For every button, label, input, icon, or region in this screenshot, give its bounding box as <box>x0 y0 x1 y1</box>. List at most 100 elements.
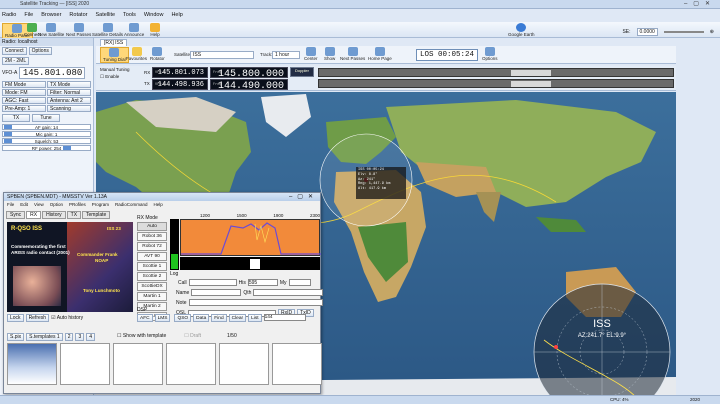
tab-template[interactable]: Template <box>82 211 111 219</box>
menu-tools[interactable]: Tools <box>123 12 136 21</box>
find-button[interactable]: Find <box>211 314 227 322</box>
audio-spectrum[interactable] <box>180 219 321 256</box>
enable-checkbox[interactable]: ☐ Enable <box>100 74 119 80</box>
agc-select[interactable]: AGC: Fast <box>2 97 46 104</box>
my-rst-input[interactable] <box>288 279 311 286</box>
name-input[interactable] <box>191 289 242 296</box>
options-button[interactable]: Options <box>28 47 52 55</box>
menu-window[interactable]: Window <box>144 12 164 21</box>
rx-dial-display[interactable]: Freq 145.800.000 <box>210 67 288 80</box>
rotator-button[interactable]: Rotator <box>150 47 165 61</box>
show-template-checkbox[interactable]: ☐ Show with template <box>117 333 166 341</box>
center-button[interactable]: Center <box>304 47 318 61</box>
qth-input[interactable] <box>253 289 324 296</box>
menu-satellite[interactable]: Satellite <box>95 12 115 21</box>
thumbnail-empty[interactable] <box>166 343 216 385</box>
tab-templates-4[interactable]: 4 <box>86 333 96 341</box>
tab-history[interactable]: History <box>42 211 66 219</box>
zoom-in-icon[interactable]: ⊕ <box>710 29 714 35</box>
track-select[interactable]: 1 hour <box>272 51 300 59</box>
mm-menu-radiocommand[interactable]: RadioCommand <box>115 202 148 207</box>
tx-button[interactable]: TX <box>2 114 30 122</box>
mode-scottie1[interactable]: Scottie 1 <box>137 262 167 271</box>
mm-menu-program[interactable]: Program <box>92 202 109 207</box>
thumbnail-empty[interactable] <box>219 343 269 385</box>
zoom-input[interactable]: 0.0000 <box>636 28 658 36</box>
data-button[interactable]: Data <box>193 314 210 322</box>
zoom-slider[interactable] <box>663 31 704 33</box>
draft-checkbox[interactable]: ☐ Draft <box>184 333 201 341</box>
options-ribbon-button[interactable]: Options <box>482 47 498 61</box>
band-select-mm[interactable]: 144 <box>263 314 306 321</box>
announce-button[interactable]: Announce <box>124 23 144 37</box>
mode-select[interactable]: Mode: FM <box>2 89 46 96</box>
mode-robot72[interactable]: Robot 72 <box>137 242 167 251</box>
mm-menu-view[interactable]: View <box>34 202 44 207</box>
af-gain-slider[interactable]: AF gain: 14 <box>2 124 91 130</box>
squelch-slider[interactable]: Squelch: 53 <box>2 138 91 144</box>
help-button[interactable]: Help <box>150 23 160 37</box>
band-select[interactable]: 2M - 2ML <box>2 57 30 65</box>
menu-help[interactable]: Help <box>171 12 182 21</box>
auto-history-checkbox[interactable]: ☑ Auto history <box>51 315 83 321</box>
mode-martin1[interactable]: Martin 1 <box>137 292 167 301</box>
his-rst-input[interactable]: 595 <box>247 279 278 286</box>
doppler-button[interactable]: Doppler <box>290 67 314 77</box>
favourites-button[interactable]: Favourites <box>126 47 147 61</box>
scanning-button[interactable]: Scanning <box>47 105 91 112</box>
new-satellite-button[interactable]: New Satellite <box>38 23 64 37</box>
fm-mode-button[interactable]: FM Mode <box>2 81 46 88</box>
menu-radio[interactable]: Radio <box>2 12 16 21</box>
mm-menu-help[interactable]: Help <box>154 202 163 207</box>
menu-file[interactable]: File <box>24 12 33 21</box>
lock-button[interactable]: Lock <box>7 314 24 322</box>
tx-dial-display[interactable]: Freq 144.490.000 <box>210 79 288 92</box>
tune-button[interactable]: Tune <box>32 114 60 122</box>
thumbnail-image[interactable] <box>7 343 57 385</box>
tx-mode-button[interactable]: TX Mode <box>47 81 91 88</box>
call-input[interactable] <box>188 279 237 286</box>
mode-scottie2[interactable]: Scottie 2 <box>137 272 167 281</box>
menu-browser[interactable]: Browser <box>41 12 61 21</box>
antenna-select[interactable]: Antenna: Ant 2 <box>47 97 91 104</box>
refresh-button[interactable]: Refresh <box>25 314 50 322</box>
thumbnail-empty[interactable] <box>60 343 110 385</box>
tab-sync[interactable]: Sync <box>6 211 26 219</box>
mic-gain-slider[interactable]: Mic gain: 1 <box>2 131 91 137</box>
mode-robot36[interactable]: Robot 36 <box>137 232 167 241</box>
google-earth-button[interactable]: Google Earth <box>508 23 535 37</box>
tab-templates-3[interactable]: 3 <box>75 333 85 341</box>
thumbnail-empty[interactable] <box>113 343 163 385</box>
afc-button[interactable]: AFC <box>137 314 153 322</box>
tab-templates-2[interactable]: 2 <box>64 333 74 341</box>
menu-rotator[interactable]: Rotator <box>69 12 87 21</box>
preamp-select[interactable]: Pre-Amp: 1 <box>2 105 46 112</box>
filter-select[interactable]: Filter: Normal <box>47 89 91 96</box>
list-button[interactable]: List <box>248 314 262 322</box>
mm-menu-profiles[interactable]: PRofiles <box>69 202 86 207</box>
satellite-details-button[interactable]: Satellite Details <box>92 23 123 37</box>
note-input[interactable] <box>188 299 323 306</box>
rx-passband[interactable] <box>318 68 674 77</box>
window-controls[interactable]: –▢✕ <box>684 0 716 7</box>
vfo-frequency[interactable]: 145.801.080 <box>19 67 86 79</box>
mmsstv-window[interactable]: SPBEN (SPBEN.MDT) - MMSSTV Ver 1.13A –▢✕… <box>3 192 324 394</box>
tuning-dial-button[interactable]: Tuning Dial <box>100 47 129 63</box>
mode-auto[interactable]: Auto <box>137 222 167 231</box>
rf-power-slider[interactable]: RF power: 254 <box>2 145 91 151</box>
mmsstv-window-controls[interactable]: –▢✕ <box>289 193 318 200</box>
tab-spix[interactable]: S.pix <box>7 333 25 341</box>
next-passes-button-2[interactable]: Next Passes <box>340 47 365 61</box>
tx-passband[interactable] <box>318 79 674 88</box>
qso-button[interactable]: QSO <box>174 314 192 322</box>
mm-menu-edit[interactable]: Edit <box>20 202 28 207</box>
tab-tx[interactable]: TX <box>66 211 82 219</box>
connect-button[interactable]: Connect <box>2 47 27 55</box>
mm-menu-option[interactable]: Option <box>50 202 63 207</box>
show-button[interactable]: Show <box>324 47 335 61</box>
home-page-button[interactable]: Home Page <box>368 47 392 61</box>
clear-button[interactable]: Clear <box>228 314 247 322</box>
lms-button[interactable]: LMS <box>154 314 171 322</box>
mode-scottiedx[interactable]: ScottieDX <box>137 282 167 291</box>
tab-rx[interactable]: RX <box>26 211 42 219</box>
